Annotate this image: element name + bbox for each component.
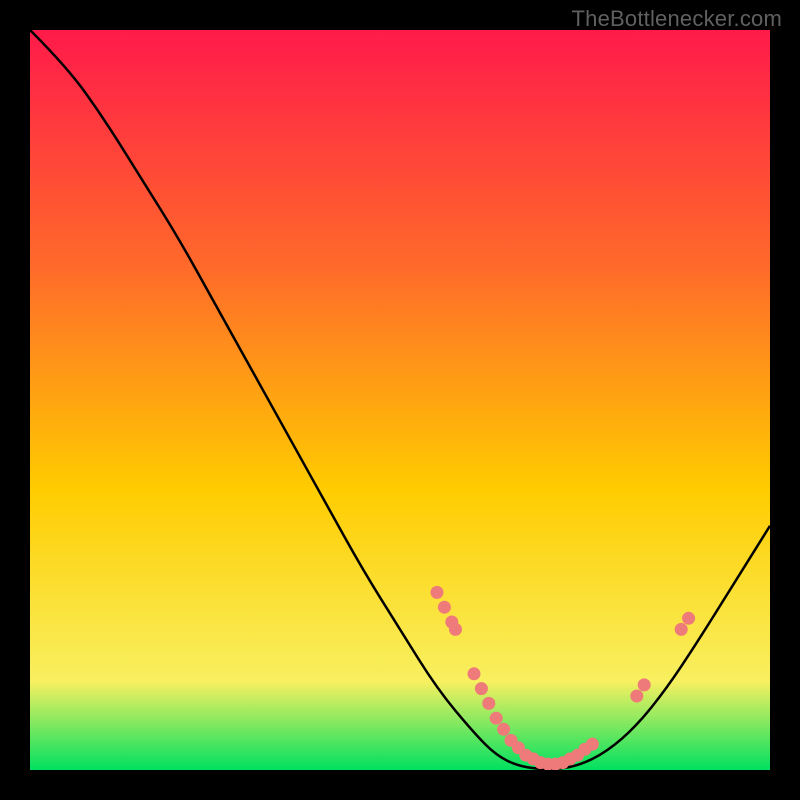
data-marker: [449, 623, 462, 636]
chart-background: [30, 30, 770, 770]
data-marker: [468, 667, 481, 680]
data-marker: [438, 601, 451, 614]
data-marker: [482, 697, 495, 710]
bottleneck-chart: [30, 30, 770, 770]
attribution-text: TheBottlenecker.com: [572, 6, 782, 32]
data-marker: [682, 612, 695, 625]
data-marker: [490, 712, 503, 725]
data-marker: [497, 723, 510, 736]
data-marker: [638, 678, 651, 691]
data-marker: [431, 586, 444, 599]
chart-svg: [30, 30, 770, 770]
data-marker: [630, 690, 643, 703]
data-marker: [475, 682, 488, 695]
data-marker: [675, 623, 688, 636]
data-marker: [586, 738, 599, 751]
